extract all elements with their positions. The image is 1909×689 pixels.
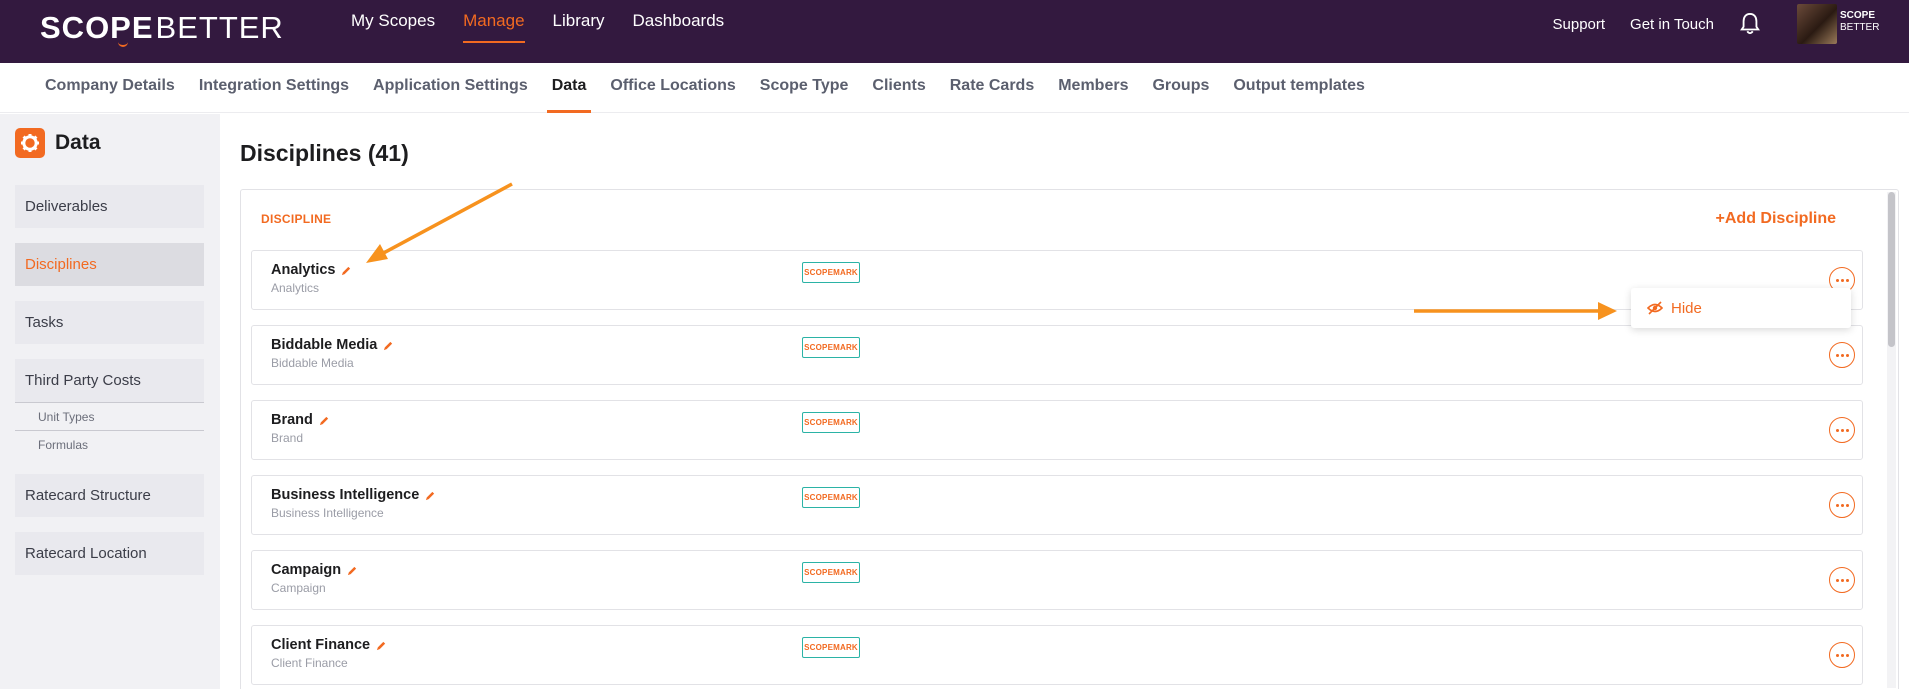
- scopebetter-logo[interactable]: SCOPEBETTER: [40, 8, 284, 48]
- tab-output-templates[interactable]: Output templates: [1233, 63, 1365, 113]
- support-link[interactable]: Support: [1553, 16, 1606, 33]
- discipline-name: Biddable Media: [271, 337, 394, 353]
- more-options-button[interactable]: [1829, 567, 1855, 593]
- discipline-name-text: Biddable Media: [271, 337, 378, 353]
- page-title: Disciplines (41): [240, 140, 409, 166]
- discipline-name-text: Analytics: [271, 262, 336, 278]
- more-options-button[interactable]: [1829, 492, 1855, 518]
- scopemark-badge: SCOPEMARK: [802, 412, 860, 433]
- sidebar-item-tasks[interactable]: Tasks: [15, 301, 204, 344]
- row-context-menu: Hide: [1631, 288, 1851, 328]
- tab-integration-settings[interactable]: Integration Settings: [199, 63, 349, 113]
- scopemark-badge: SCOPEMARK: [802, 637, 860, 658]
- get-in-touch-link[interactable]: Get in Touch: [1630, 16, 1714, 33]
- discipline-subtitle: Biddable Media: [271, 356, 354, 370]
- pencil-icon[interactable]: [347, 565, 358, 576]
- pencil-icon[interactable]: [383, 340, 394, 351]
- discipline-subtitle: Brand: [271, 431, 304, 445]
- tab-data[interactable]: Data: [546, 63, 592, 113]
- sidebar-item-disciplines[interactable]: Disciplines: [15, 243, 204, 286]
- discipline-name-text: Campaign: [271, 562, 342, 578]
- list-item: Business Intelligence Business Intellige…: [251, 475, 1863, 535]
- scopemark-badge: SCOPEMARK: [802, 262, 860, 283]
- more-options-button[interactable]: [1829, 342, 1855, 368]
- sidebar-item-ratecard-location[interactable]: Ratecard Location: [15, 532, 204, 575]
- discipline-subtitle: Campaign: [271, 581, 326, 595]
- pencil-icon[interactable]: [319, 415, 330, 426]
- main-nav: My Scopes Manage Library Dashboards: [351, 0, 752, 45]
- list-item: Client Finance Client Finance SCOPEMARK: [251, 625, 1863, 685]
- eye-off-icon: [1647, 301, 1663, 315]
- sidebar-subitem-formulas[interactable]: Formulas: [15, 430, 204, 458]
- tab-rate-cards[interactable]: Rate Cards: [950, 63, 1034, 113]
- discipline-name: Analytics: [271, 262, 352, 278]
- tab-application-settings[interactable]: Application Settings: [373, 63, 528, 113]
- tab-scope-type[interactable]: Scope Type: [760, 63, 849, 113]
- discipline-name: Client Finance: [271, 637, 387, 653]
- pencil-icon[interactable]: [341, 265, 352, 276]
- discipline-subtitle: Business Intelligence: [271, 506, 384, 520]
- pencil-icon[interactable]: [376, 640, 387, 651]
- discipline-subtitle: Client Finance: [271, 656, 348, 670]
- manage-subtabs: Company Details Integration Settings App…: [0, 63, 1909, 113]
- list-item: Biddable Media Biddable Media SCOPEMARK: [251, 325, 1863, 385]
- nav-manage[interactable]: Manage: [463, 0, 525, 45]
- tab-company-details[interactable]: Company Details: [45, 63, 175, 113]
- tab-clients[interactable]: Clients: [872, 63, 925, 113]
- nav-dashboards[interactable]: Dashboards: [633, 0, 725, 45]
- discipline-name-text: Brand: [271, 412, 313, 428]
- more-options-button[interactable]: [1829, 417, 1855, 443]
- list-item: Campaign Campaign SCOPEMARK: [251, 550, 1863, 610]
- scopemark-badge: SCOPEMARK: [802, 337, 860, 358]
- data-sidebar: Data Deliverables Disciplines Tasks Thir…: [0, 114, 220, 689]
- discipline-column-header: DISCIPLINE: [261, 212, 332, 226]
- scrollbar-thumb[interactable]: [1888, 192, 1895, 347]
- sidebar-subitem-unit-types[interactable]: Unit Types: [15, 402, 204, 430]
- company-mini-logo: SCOPE BETTER: [1840, 10, 1882, 38]
- sidebar-header: Data: [15, 128, 101, 158]
- discipline-name-text: Business Intelligence: [271, 487, 420, 503]
- sidebar-item-ratecard-structure[interactable]: Ratecard Structure: [15, 474, 204, 517]
- discipline-name: Business Intelligence: [271, 487, 436, 503]
- bell-icon[interactable]: [1739, 12, 1761, 36]
- nav-my-scopes[interactable]: My Scopes: [351, 0, 435, 45]
- discipline-subtitle: Analytics: [271, 281, 320, 295]
- mini-logo-line2: BETTER: [1840, 22, 1880, 33]
- sidebar-item-deliverables[interactable]: Deliverables: [15, 185, 204, 228]
- sidebar-item-third-party-costs[interactable]: Third Party Costs: [15, 359, 204, 402]
- pencil-icon[interactable]: [425, 490, 436, 501]
- logo-swoosh: [118, 41, 128, 47]
- discipline-name: Campaign: [271, 562, 358, 578]
- scopemark-badge: SCOPEMARK: [802, 562, 860, 583]
- top-right-actions: Support Get in Touch SCOPE BETTER: [1553, 0, 1909, 48]
- scopemark-badge: SCOPEMARK: [802, 487, 860, 508]
- top-navigation-bar: SCOPEBETTER My Scopes Manage Library Das…: [0, 0, 1909, 63]
- discipline-name: Brand: [271, 412, 330, 428]
- list-item: Analytics Analytics SCOPEMARK: [251, 250, 1863, 310]
- sidebar-title: Data: [55, 131, 101, 154]
- disciplines-panel: DISCIPLINE +Add Discipline Analytics Ana…: [240, 189, 1899, 689]
- user-avatar[interactable]: [1797, 4, 1837, 44]
- nav-library[interactable]: Library: [553, 0, 605, 45]
- gear-icon: [15, 128, 45, 158]
- add-discipline-button[interactable]: +Add Discipline: [1716, 210, 1836, 228]
- tab-office-locations[interactable]: Office Locations: [610, 63, 735, 113]
- tab-members[interactable]: Members: [1058, 63, 1128, 113]
- mini-logo-line1: SCOPE: [1840, 10, 1876, 21]
- list-item: Brand Brand SCOPEMARK: [251, 400, 1863, 460]
- vertical-scrollbar[interactable]: [1887, 192, 1896, 688]
- logo-text-scope: SCOPE: [40, 10, 154, 45]
- tab-groups[interactable]: Groups: [1152, 63, 1209, 113]
- more-options-button[interactable]: [1829, 642, 1855, 668]
- discipline-name-text: Client Finance: [271, 637, 371, 653]
- logo-text-better: BETTER: [155, 10, 284, 45]
- hide-menu-item[interactable]: Hide: [1671, 300, 1702, 317]
